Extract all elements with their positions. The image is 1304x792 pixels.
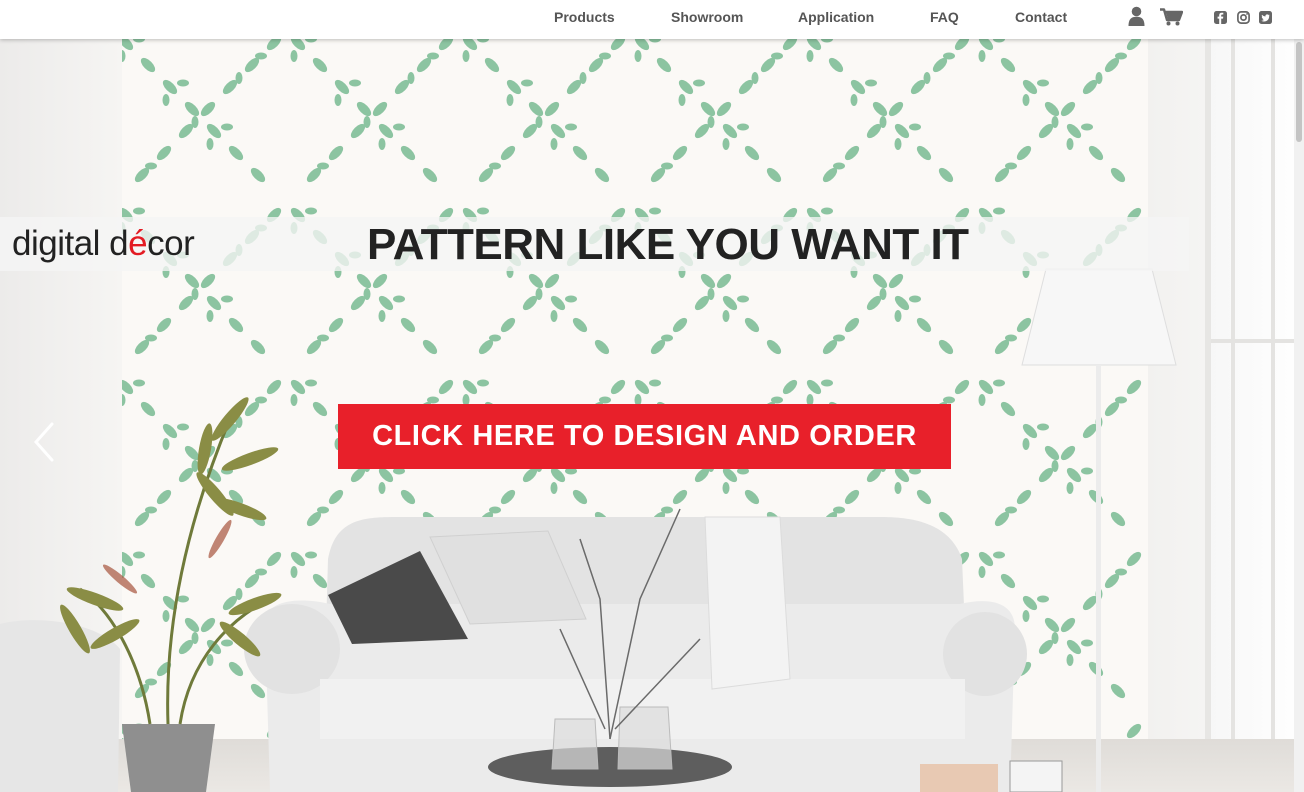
instagram-icon[interactable] [1237, 11, 1250, 24]
nav-contact-link[interactable]: Contact [1015, 9, 1067, 25]
design-and-order-button[interactable]: CLICK HERE TO DESIGN AND ORDER [338, 404, 951, 469]
slider-prev-arrow-icon[interactable] [28, 421, 62, 463]
nav-showroom-link[interactable]: Showroom [671, 9, 743, 25]
nav-application-link[interactable]: Application [798, 9, 874, 25]
nav-products-link[interactable]: Products [554, 9, 615, 25]
digital-decor-logo[interactable]: digital décor [12, 217, 195, 271]
cart-icon[interactable] [1160, 8, 1183, 26]
facebook-icon[interactable] [1214, 11, 1227, 24]
user-icon[interactable] [1128, 6, 1145, 26]
hero-slider: digital décor PATTERN LIKE YOU WANT IT C… [0, 39, 1304, 792]
nav-faq-link[interactable]: FAQ [930, 9, 959, 25]
scrollbar-thumb[interactable] [1296, 42, 1302, 142]
headline-banner: digital décor PATTERN LIKE YOU WANT IT [0, 217, 1189, 271]
page-scrollbar[interactable] [1294, 39, 1304, 792]
hero-headline: PATTERN LIKE YOU WANT IT [367, 220, 969, 269]
twitter-icon[interactable] [1259, 11, 1272, 24]
top-navigation-bar: Products Showroom Application FAQ Contac… [0, 0, 1304, 39]
